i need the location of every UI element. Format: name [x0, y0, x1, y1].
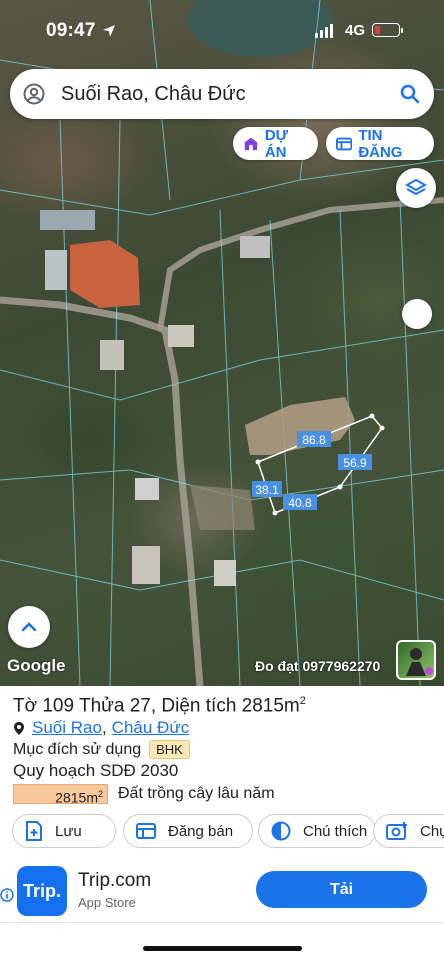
- capture-label: Chụp: [420, 822, 444, 840]
- parcel-title: Tờ 109 Thửa 27, Diện tích 2815m2: [13, 695, 306, 717]
- battery-icon: [372, 23, 403, 37]
- ad-store-label: App Store: [78, 895, 136, 910]
- listing-icon: [336, 137, 353, 150]
- layers-icon: [405, 178, 427, 196]
- land-use-badge: BHK: [149, 740, 190, 759]
- ad-info-icon[interactable]: [0, 888, 14, 902]
- layers-button[interactable]: [396, 168, 436, 208]
- building: [168, 325, 194, 347]
- legend-button[interactable]: Chú thích: [258, 814, 376, 848]
- network-type: 4G: [345, 22, 366, 39]
- account-icon[interactable]: [23, 83, 45, 105]
- edge-label: 86.8: [302, 433, 326, 447]
- divider: [0, 922, 444, 923]
- edge-label: 40.8: [288, 496, 312, 510]
- avatar-image: [406, 648, 433, 676]
- location-dot-button[interactable]: [402, 299, 432, 329]
- home-indicator[interactable]: [143, 946, 302, 951]
- projects-chip-label: DỰ ÁN: [264, 126, 289, 161]
- parcel-info-sheet: Tờ 109 Thửa 27, Diện tích 2815m2 Suối Ra…: [0, 686, 444, 960]
- search-icon[interactable]: [400, 84, 420, 104]
- ad-app-logo[interactable]: Trip.: [17, 866, 67, 916]
- post-icon: [136, 823, 156, 839]
- parcel-address: Suối Rao, Châu Đức: [13, 718, 189, 738]
- signal-icon: [315, 24, 333, 38]
- district-link[interactable]: Châu Đức: [112, 718, 190, 738]
- plan-area-row: 2815m2 Đất trồng cây lâu năm: [13, 784, 275, 806]
- save-button[interactable]: Lưu: [12, 814, 116, 848]
- post-sale-button[interactable]: Đăng bán: [123, 814, 253, 848]
- land-use-row: Mục đích sử dụng BHK: [13, 740, 190, 759]
- building-icon: [244, 137, 258, 150]
- building: [45, 250, 67, 290]
- status-time: 09:47: [46, 20, 96, 41]
- building: [132, 546, 160, 584]
- location-pin-icon: [14, 721, 24, 735]
- building: [240, 236, 270, 258]
- legend-icon: [271, 821, 291, 841]
- building: [100, 340, 124, 370]
- plan-label: Quy hoạch SDĐ 2030: [13, 761, 179, 780]
- satellite-map[interactable]: 86.8 56.9 38.1 40.8 09:47 4G Suối Rao, C…: [0, 0, 444, 686]
- measurer-credit: Đo đạt 0977962270: [255, 658, 381, 674]
- building: [214, 560, 236, 586]
- save-label: Lưu: [55, 822, 82, 840]
- google-logo: Google: [7, 656, 66, 675]
- ad-app-name[interactable]: Trip.com: [78, 870, 151, 892]
- save-icon: [26, 821, 42, 841]
- post-sale-label: Đăng bán: [168, 822, 234, 840]
- capture-button[interactable]: Chụp: [373, 814, 444, 848]
- projects-chip[interactable]: DỰ ÁN: [233, 126, 318, 161]
- listings-chip-label: TIN ĐĂNG: [358, 126, 403, 161]
- ad-banner[interactable]: Trip. Trip.com App Store Tải: [0, 858, 444, 920]
- land-use-label: Mục đích sử dụng: [13, 740, 142, 758]
- building-roof: [70, 240, 140, 308]
- building: [40, 210, 95, 230]
- edge-label: 38.1: [255, 483, 279, 497]
- search-bar[interactable]: Suối Rao, Châu Đức: [10, 69, 434, 119]
- plan-land-type: Đất trồng cây lâu năm: [118, 785, 275, 802]
- search-query[interactable]: Suối Rao, Châu Đức: [61, 83, 400, 106]
- legend-label: Chú thích: [303, 822, 368, 840]
- bare-field: [190, 485, 255, 530]
- camera-icon: [386, 822, 407, 840]
- action-row: Lưu Đăng bán Chú thích Chụp: [12, 814, 444, 850]
- listings-chip[interactable]: TIN ĐĂNG: [326, 126, 434, 161]
- edge-label: 56.9: [343, 456, 367, 470]
- expand-up-button[interactable]: [8, 606, 50, 648]
- chevron-up-icon: [21, 622, 37, 632]
- ad-install-button[interactable]: Tải: [256, 871, 427, 908]
- plan-area-badge: 2815m2: [13, 784, 108, 806]
- avatar[interactable]: [396, 640, 436, 680]
- ward-link[interactable]: Suối Rao: [32, 718, 102, 738]
- location-arrow-icon: [103, 25, 115, 37]
- status-bar: 09:47 4G: [0, 14, 444, 46]
- building: [135, 478, 159, 500]
